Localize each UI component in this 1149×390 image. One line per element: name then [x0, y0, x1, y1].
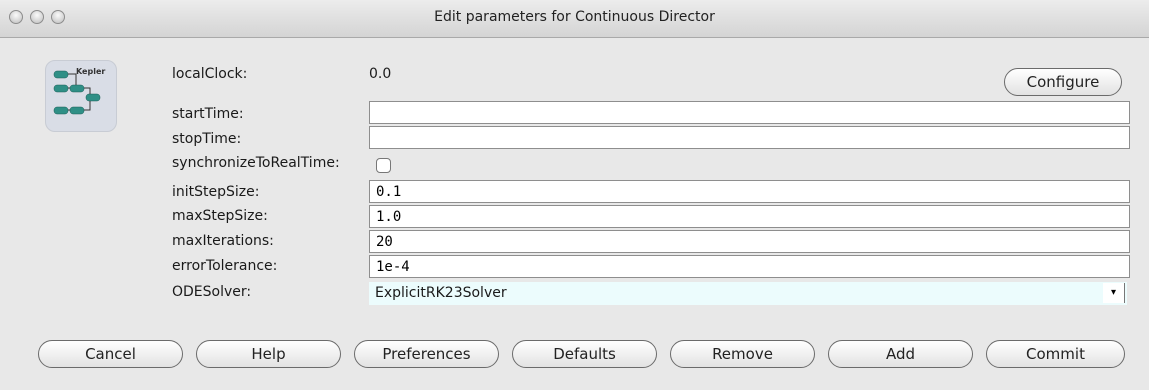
stop-time-label: stopTime: — [172, 131, 242, 147]
remove-button[interactable]: Remove — [670, 340, 815, 368]
ode-solver-label: ODESolver: — [172, 284, 252, 300]
start-time-input[interactable] — [369, 101, 1130, 124]
window-title: Edit parameters for Continuous Director — [434, 9, 715, 25]
chevron-down-icon[interactable]: ▾ — [1103, 283, 1125, 303]
workflow-graph-icon — [53, 70, 101, 115]
ode-solver-select[interactable]: ExplicitRK23Solver — [369, 282, 1127, 305]
max-step-size-label: maxStepSize: — [172, 208, 268, 224]
synchronize-to-real-time-checkbox[interactable] — [376, 158, 391, 173]
max-iterations-label: maxIterations: — [172, 233, 274, 249]
init-step-size-label: initStepSize: — [172, 184, 260, 200]
error-tolerance-label: errorTolerance: — [172, 258, 278, 274]
synchronize-to-real-time-label: synchronizeToRealTime: — [172, 155, 340, 171]
stop-time-input[interactable] — [369, 126, 1130, 149]
local-clock-label: localClock: — [172, 66, 248, 82]
max-iterations-input[interactable]: 20 — [369, 230, 1130, 253]
start-time-label: startTime: — [172, 106, 244, 122]
error-tolerance-input[interactable]: 1e-4 — [369, 255, 1130, 278]
defaults-button[interactable]: Defaults — [512, 340, 657, 368]
title-bar: Edit parameters for Continuous Director — [0, 0, 1149, 38]
commit-button[interactable]: Commit — [986, 340, 1125, 368]
local-clock-value: 0.0 — [369, 66, 392, 82]
kepler-logo: Kepler — [45, 60, 117, 132]
init-step-size-input[interactable]: 0.1 — [369, 180, 1130, 203]
max-step-size-input[interactable]: 1.0 — [369, 205, 1130, 228]
cancel-button[interactable]: Cancel — [38, 340, 183, 368]
help-button[interactable]: Help — [196, 340, 341, 368]
configure-button[interactable]: Configure — [1004, 68, 1122, 96]
preferences-button[interactable]: Preferences — [354, 340, 499, 368]
add-button[interactable]: Add — [828, 340, 973, 368]
